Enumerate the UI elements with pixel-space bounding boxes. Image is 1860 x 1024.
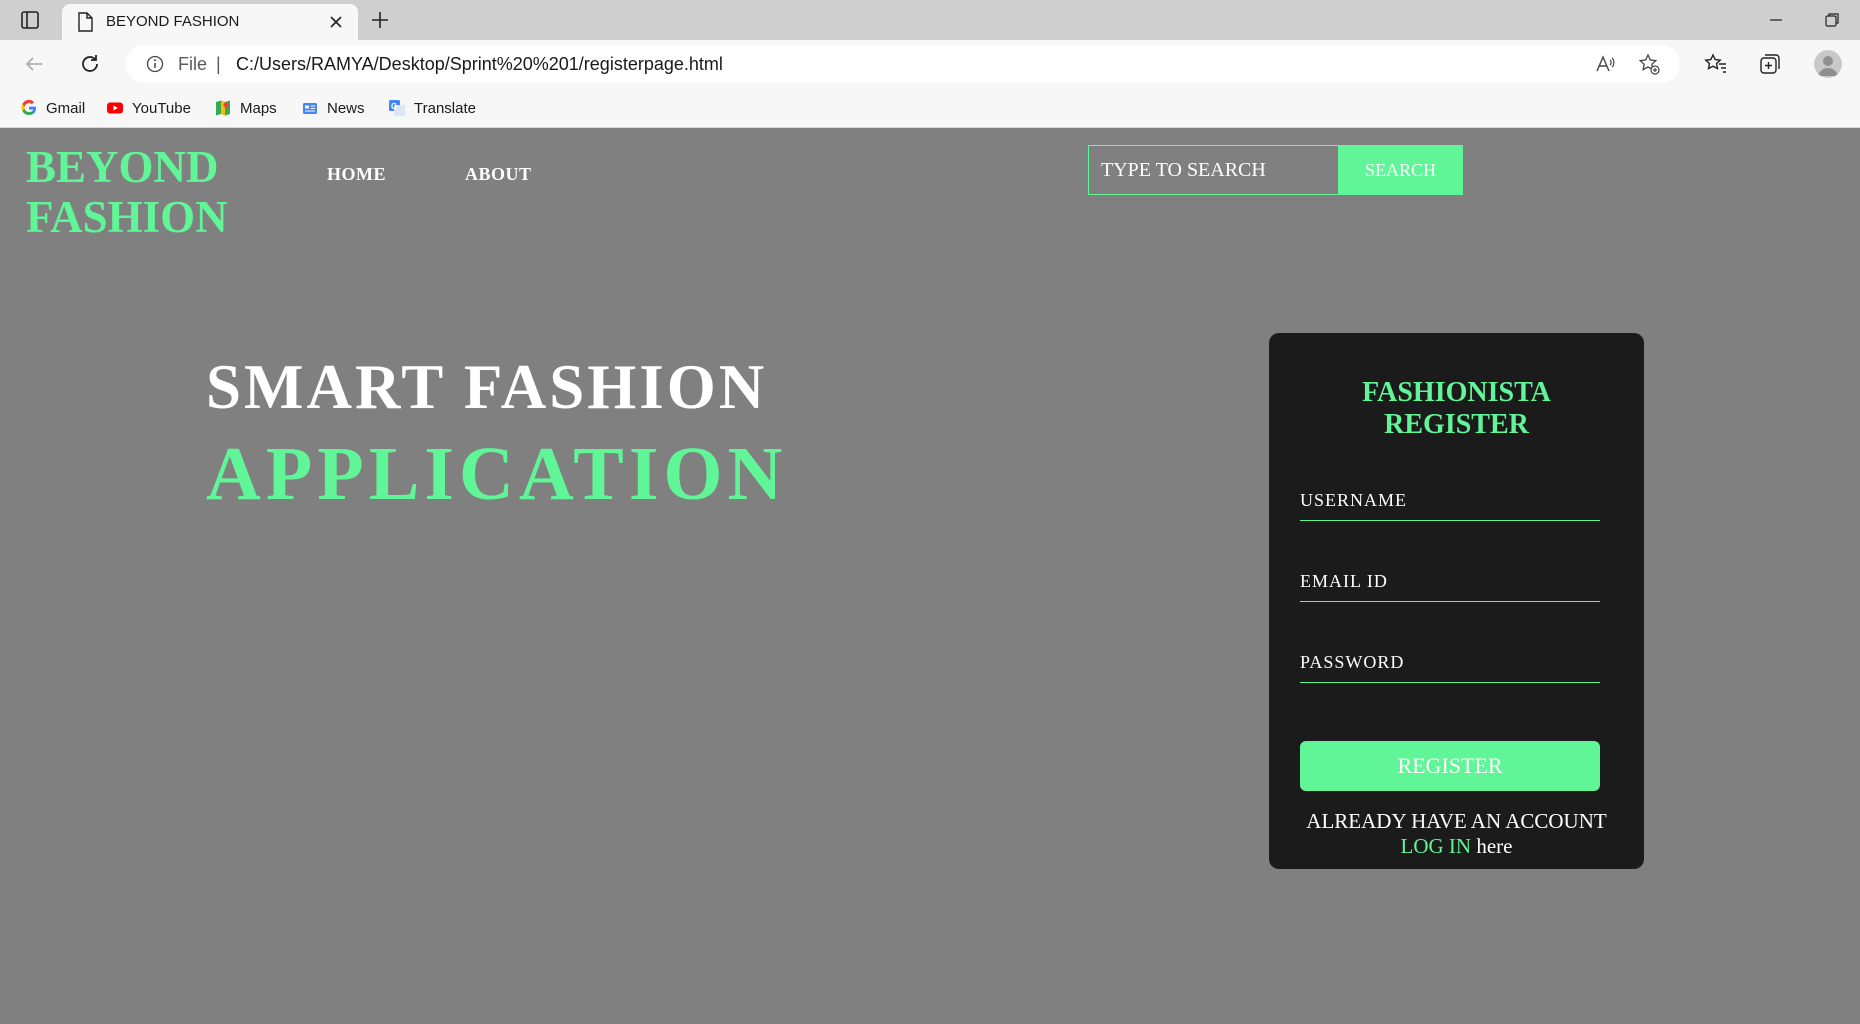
login-prompt-text: ALREADY HAVE AN ACCOUNT [1306,809,1607,833]
add-favorite-icon[interactable] [1638,53,1660,75]
login-link[interactable]: LOG IN [1401,834,1472,858]
tab-title: BEYOND FASHION [106,13,240,30]
page-content: BEYOND FASHION HOME ABOUT SEARCH SMART F… [0,128,1860,1024]
maps-icon [216,100,230,116]
bookmarks-bar: Gmail YouTube Maps News G Translate [0,88,1860,128]
hero-title-line-2: APPLICATION [206,432,788,516]
bookmark-label: Gmail [46,99,86,117]
search-input[interactable] [1088,145,1339,195]
bookmark-label: News [327,99,365,117]
close-tab-icon[interactable] [326,12,346,32]
youtube-icon [107,102,123,114]
brand-logo[interactable]: BEYOND FASHION [26,142,266,242]
bookmark-news[interactable]: News [301,96,365,120]
bookmark-label: Maps [240,99,277,117]
restore-icon[interactable] [1822,10,1842,30]
register-card-title: FASHIONISTA REGISTER [1269,377,1644,441]
translate-icon: G [389,100,405,116]
file-label: File [178,54,208,74]
register-card: FASHIONISTA REGISTER REGISTER ALREADY HA… [1269,333,1644,869]
brand-line-1: BEYOND [26,142,219,192]
login-prompt: ALREADY HAVE AN ACCOUNT LOG IN here [1269,809,1644,859]
nav-about-link[interactable]: ABOUT [465,164,532,185]
login-suffix: here [1471,834,1513,858]
browser-tab[interactable]: BEYOND FASHION [62,4,358,40]
svg-text:G: G [391,102,397,111]
bookmark-label: Translate [414,99,476,117]
page-icon [76,12,94,32]
brand-line-2: FASHION [26,192,228,242]
bookmark-gmail[interactable]: Gmail [20,96,85,120]
tab-bar: BEYOND FASHION [0,0,1860,40]
new-tab-icon[interactable] [368,8,392,32]
register-button[interactable]: REGISTER [1300,741,1600,791]
favorites-icon[interactable] [1704,52,1728,76]
tab-actions-icon[interactable] [18,8,42,32]
bookmark-maps[interactable]: Maps [214,96,277,120]
bookmark-label: YouTube [132,99,191,117]
url-separator: | [216,54,221,74]
username-field[interactable] [1300,481,1600,521]
minimize-icon[interactable] [1766,10,1786,30]
collections-icon[interactable] [1758,52,1782,76]
address-bar: File | C:/Users/RAMYA/Desktop/Sprint%20%… [0,40,1860,88]
read-aloud-icon[interactable] [1594,53,1616,75]
url-text[interactable]: C:/Users/RAMYA/Desktop/Sprint%20%201/reg… [236,54,723,75]
url-field[interactable]: File | C:/Users/RAMYA/Desktop/Sprint%20%… [126,45,1680,83]
email-field[interactable] [1300,562,1600,602]
reload-icon[interactable] [78,52,102,76]
hero-title-line-1: SMART FASHION [206,352,768,422]
news-icon [303,103,317,114]
search-button[interactable]: SEARCH [1338,145,1463,195]
info-icon[interactable] [146,55,164,73]
card-title-line-1: FASHIONISTA [1362,377,1551,408]
bookmark-youtube[interactable]: YouTube [106,96,191,120]
bookmark-translate[interactable]: G Translate [388,96,476,120]
profile-avatar-icon[interactable] [1814,50,1842,78]
back-icon[interactable] [22,52,46,76]
nav-home-link[interactable]: HOME [327,164,386,185]
gmail-icon [21,99,36,116]
password-field[interactable] [1300,643,1600,683]
card-title-line-2: REGISTER [1384,409,1529,440]
